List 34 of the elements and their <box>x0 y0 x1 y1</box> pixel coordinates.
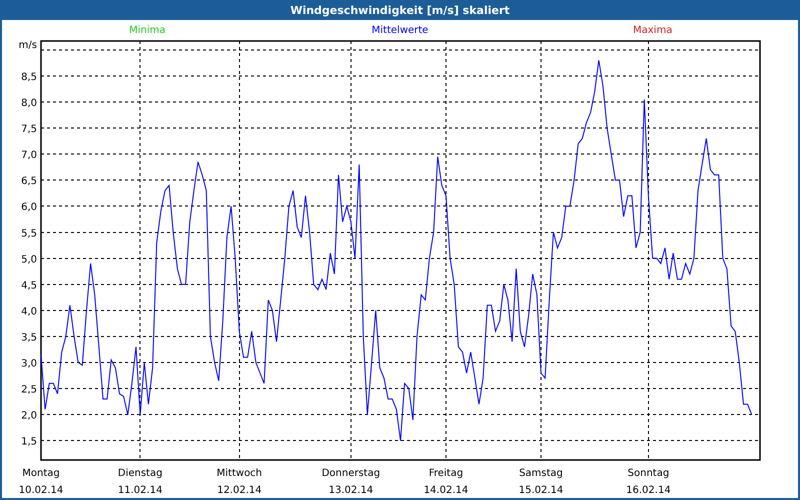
date-label: 10.02.14 <box>18 485 64 496</box>
weekday-label: Freitag <box>428 468 464 479</box>
weekday-label: Samstag <box>519 468 563 479</box>
y-tick-label: 4,5 <box>21 280 37 292</box>
weekday-label: Donnerstag <box>322 468 380 479</box>
y-tick-label: 2,0 <box>21 410 37 422</box>
y-tick-label: 2,5 <box>21 384 37 396</box>
y-tick-label: 5,0 <box>21 254 37 266</box>
y-tick-label: 3,0 <box>21 358 37 370</box>
date-label: 16.02.14 <box>626 485 671 496</box>
y-tick-label: 5,5 <box>21 228 37 240</box>
legend-label: Minima <box>129 24 166 36</box>
y-tick-label: 4,0 <box>21 306 37 318</box>
window-title: Windgeschwindigkeit [m/s] skaliert <box>290 4 510 16</box>
y-tick-label: 8,5 <box>21 72 37 83</box>
date-label: 13.02.14 <box>328 485 374 496</box>
legend-label: Maxima <box>633 24 672 36</box>
y-tick-label: 6,0 <box>21 202 37 214</box>
weekday-label: Sonntag <box>628 468 670 479</box>
y-axis-unit: m/s <box>18 40 37 51</box>
date-label: 12.02.14 <box>217 485 262 496</box>
weekday-label: Montag <box>22 468 60 479</box>
y-tick-label: 7,0 <box>21 150 37 162</box>
date-label: 14.02.14 <box>424 485 468 496</box>
y-tick-label: 6,5 <box>21 176 37 188</box>
date-label: 11.02.14 <box>118 485 162 496</box>
weekday-label: Mittwoch <box>216 468 262 479</box>
y-tick-label: 3,5 <box>21 332 37 344</box>
y-tick-label: 7,5 <box>21 124 37 136</box>
date-label: 15.02.14 <box>518 485 564 496</box>
y-tick-label: 1,5 <box>21 436 37 448</box>
y-tick-label: 8,0 <box>21 98 37 109</box>
weekday-label: Dienstag <box>118 468 162 479</box>
legend-label: Mittelwerte <box>372 24 428 36</box>
